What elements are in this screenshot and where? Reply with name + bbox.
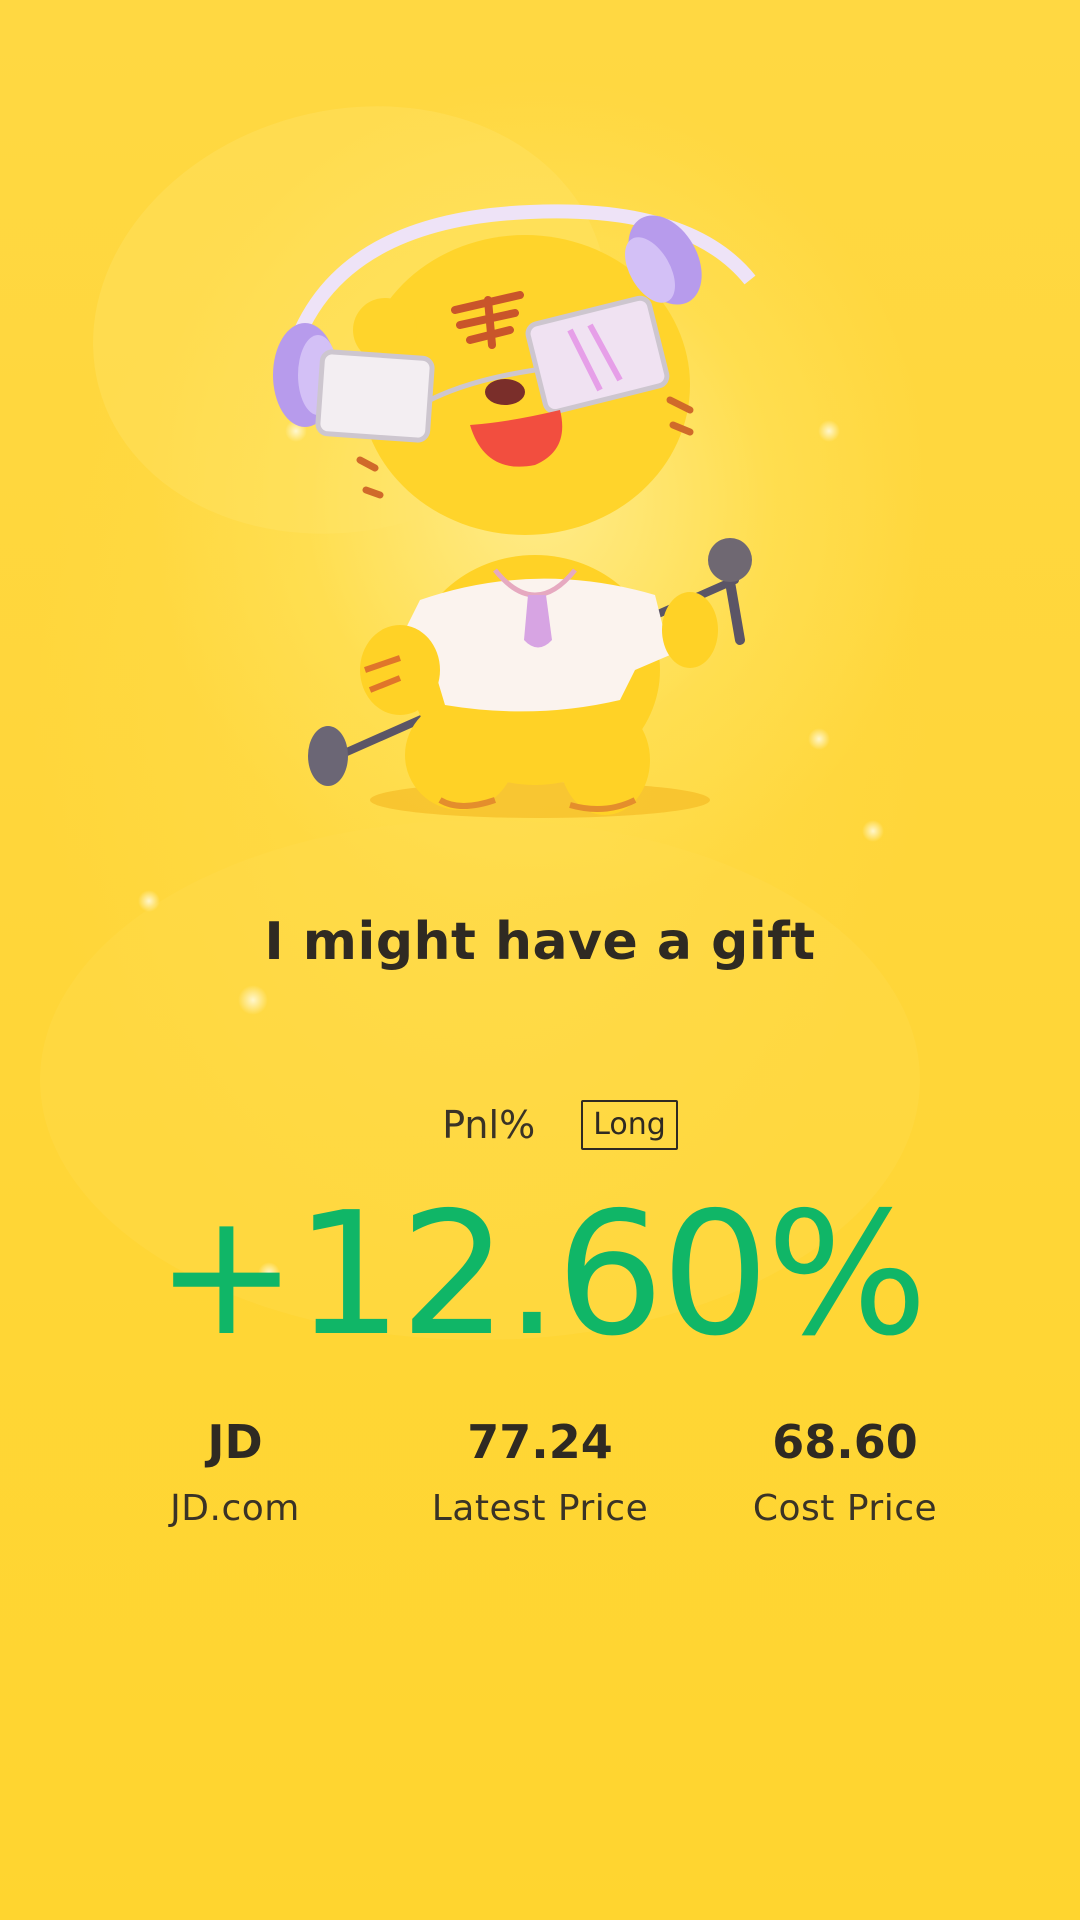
share-card-screen: I might have a gift Pnl% Long +12.60% JD… [0, 0, 1080, 1920]
pnl-label: Pnl% [442, 1103, 536, 1147]
position-badge: Long [581, 1100, 678, 1150]
stock-symbol: JD [207, 1415, 263, 1469]
stat-cost-price: 68.60 Cost Price [685, 1412, 1005, 1532]
sparkle-decoration [808, 728, 830, 750]
latest-price-value: 77.24 [467, 1415, 613, 1469]
sparkle-decoration [818, 420, 840, 442]
pnl-header: Pnl% Long [0, 1100, 1080, 1150]
sparkle-decoration [138, 890, 160, 912]
stat-latest-price: 77.24 Latest Price [380, 1412, 700, 1532]
sparkle-decoration [238, 985, 268, 1015]
pnl-percentage-value: +12.60% [155, 1176, 928, 1374]
latest-price-label: Latest Price [431, 1488, 649, 1529]
cost-price-value: 68.60 [772, 1415, 918, 1469]
stock-name: JD.com [170, 1488, 300, 1529]
tiger-mascot-illustration [273, 204, 756, 818]
cost-price-label: Cost Price [752, 1488, 938, 1529]
sparkle-decoration [862, 820, 884, 842]
headline-text: I might have a gift [264, 912, 816, 972]
stat-stock: JD JD.com [75, 1412, 395, 1532]
